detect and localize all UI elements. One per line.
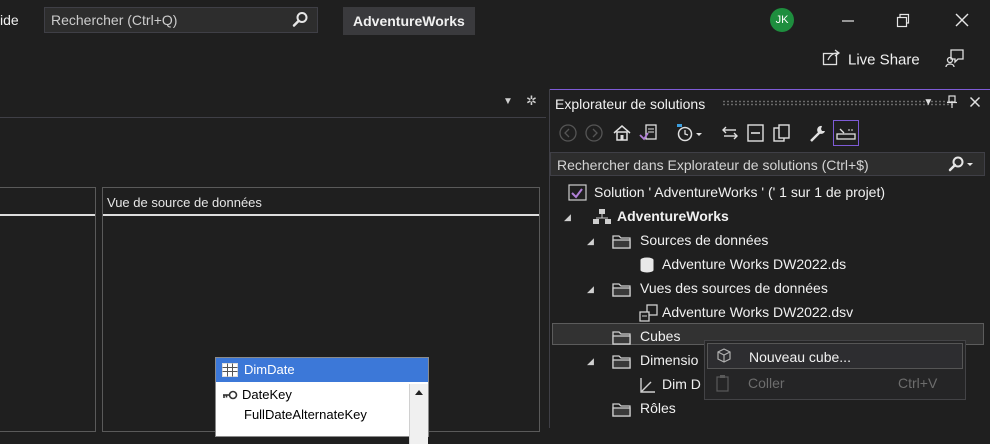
properties-icon[interactable] <box>808 123 828 143</box>
switch-views-icon[interactable] <box>638 123 658 143</box>
chevron-down-icon[interactable]: ▼ <box>923 97 933 108</box>
tree-item-label: Adventure Works DW2022.ds <box>662 256 847 272</box>
project-icon <box>592 208 612 233</box>
context-menu: Nouveau cube... Coller Ctrl+V <box>704 340 966 400</box>
tree-item-label: Solution ' AdventureWorks ' (' 1 sur 1 d… <box>594 184 886 200</box>
search-icon[interactable] <box>291 11 309 32</box>
chevron-down-icon[interactable]: ▼ <box>503 96 513 107</box>
tree-item-label: Dimensio <box>640 352 699 368</box>
menu-item-new-cube[interactable]: Nouveau cube... <box>707 343 963 369</box>
paste-icon <box>715 374 731 395</box>
folder-icon <box>612 400 632 424</box>
tree-item-label: Dim D <box>662 376 701 392</box>
solution-explorer-search-input[interactable]: Rechercher dans Explorateur de solutions… <box>557 157 869 173</box>
table-dimdate[interactable]: DimDate DateKey FullDateAlternateKey <box>215 357 429 444</box>
menu-item-help[interactable]: ide <box>0 12 19 28</box>
folder-icon <box>612 328 632 352</box>
tree-item-label: AdventureWorks <box>617 208 729 224</box>
show-all-files-icon[interactable] <box>772 123 792 143</box>
cube-icon <box>716 348 732 367</box>
forward-icon[interactable] <box>584 123 604 143</box>
global-search-input[interactable]: Rechercher (Ctrl+Q) <box>51 12 177 28</box>
pane-divider <box>0 214 95 216</box>
pin-icon[interactable] <box>942 94 957 108</box>
column-row-fulldatealternatekey[interactable]: FullDateAlternateKey <box>244 407 367 422</box>
menu-item-paste[interactable]: Coller <box>748 375 785 391</box>
table-title: DimDate <box>244 362 295 377</box>
solution-explorer-search[interactable]: Rechercher dans Explorateur de solutions… <box>550 152 985 176</box>
tree-item-label: Cubes <box>640 328 681 344</box>
data-source-view-title: Vue de source de données <box>107 195 262 210</box>
sync-icon[interactable] <box>720 123 740 143</box>
solution-explorer-title-bar[interactable]: Explorateur de solutions ▼ <box>550 89 990 115</box>
restore-icon[interactable] <box>893 10 913 30</box>
home-icon[interactable] <box>612 123 632 143</box>
expanded-arrow-icon[interactable]: ◢ <box>564 205 571 229</box>
live-share-label: Live Share <box>848 51 920 69</box>
preview-selected-items-icon[interactable] <box>833 120 859 146</box>
gear-icon[interactable]: ✲ <box>526 93 537 109</box>
folder-icon <box>612 232 632 256</box>
solution-explorer-title: Explorateur de solutions <box>555 96 706 112</box>
share-icon <box>822 48 842 73</box>
folder-icon <box>612 280 632 304</box>
solution-explorer-toolbar <box>550 119 990 149</box>
close-icon[interactable] <box>966 94 981 108</box>
designer-pane-left <box>0 187 96 432</box>
folder-icon <box>612 352 632 376</box>
tree-item-label: Sources de données <box>640 232 769 248</box>
collapse-all-icon[interactable] <box>746 123 766 143</box>
expanded-arrow-icon[interactable]: ◢ <box>587 229 594 253</box>
column-row-datekey[interactable]: DateKey <box>222 387 292 403</box>
minimize-icon[interactable] <box>838 10 858 30</box>
tree-item-label: Adventure Works DW2022.dsv <box>662 304 854 320</box>
search-icon[interactable] <box>948 156 974 175</box>
table-header[interactable]: DimDate <box>216 358 428 382</box>
table-scrollbar[interactable] <box>409 384 428 444</box>
column-label: FullDateAlternateKey <box>244 407 367 422</box>
expanded-arrow-icon[interactable]: ◢ <box>587 277 594 301</box>
live-share-button[interactable]: Live Share <box>822 48 920 70</box>
pending-changes-filter-icon[interactable] <box>676 123 702 143</box>
tree-item-label: Vues des sources de données <box>640 280 828 296</box>
panel-controls: ▼ <box>923 94 981 109</box>
expanded-arrow-icon[interactable]: ◢ <box>587 349 594 373</box>
feedback-icon[interactable] <box>944 47 966 72</box>
drag-grip[interactable] <box>722 100 954 106</box>
table-icon <box>222 362 238 381</box>
tree-item-label: Rôles <box>640 400 676 416</box>
project-name-badge: AdventureWorks <box>343 7 475 35</box>
close-icon[interactable] <box>952 10 972 30</box>
back-icon[interactable] <box>558 123 578 143</box>
pane-divider <box>103 214 539 216</box>
solution-icon <box>568 184 588 209</box>
menu-item-label: Nouveau cube... <box>749 349 851 365</box>
user-avatar[interactable]: JK <box>770 8 794 32</box>
key-icon <box>222 388 238 403</box>
column-label: DateKey <box>242 387 292 402</box>
menu-item-shortcut: Ctrl+V <box>898 375 938 391</box>
global-search-box[interactable]: Rechercher (Ctrl+Q) <box>44 7 318 33</box>
